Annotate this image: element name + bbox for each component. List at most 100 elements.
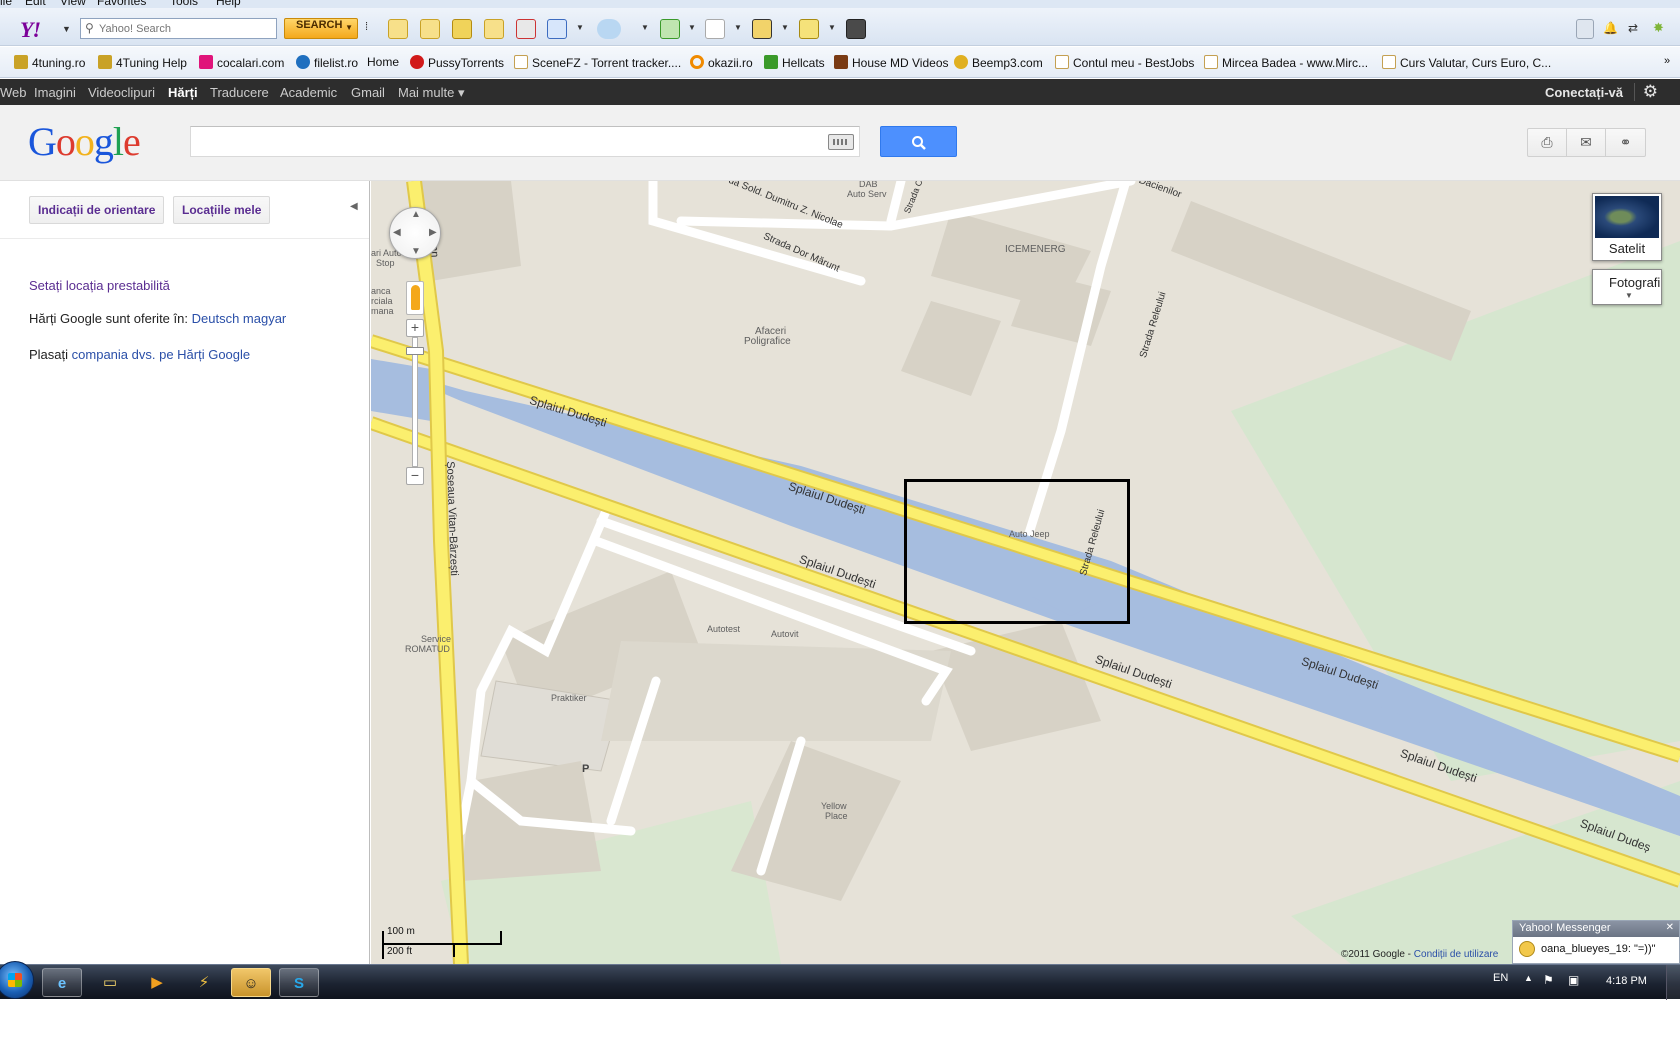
zoom-out-button[interactable]: − (406, 467, 424, 485)
mail-icon[interactable] (547, 19, 567, 39)
youtube-icon[interactable] (516, 19, 536, 39)
favorite-link[interactable]: Beemp3.com (954, 55, 1043, 71)
chevron-down-icon[interactable]: ▼ (641, 23, 649, 32)
language-links[interactable]: Deutsch magyar (192, 311, 287, 326)
amazon-icon[interactable] (846, 19, 866, 39)
chevron-down-icon[interactable]: ▼ (828, 23, 836, 32)
nav-web[interactable]: Web (0, 85, 27, 100)
yahoo-search-button[interactable]: SEARCH ▼ (284, 18, 358, 39)
menu-tools[interactable]: Tools (170, 0, 198, 8)
zoom-slider-handle[interactable] (406, 347, 424, 355)
nav-more[interactable]: Mai multe ▾ (398, 85, 465, 101)
list-icon[interactable] (1576, 19, 1594, 39)
bell-icon[interactable]: 🔔 (1603, 21, 1618, 35)
nav-videos[interactable]: Videoclipuri (88, 85, 155, 100)
internet-explorer-icon[interactable]: e (42, 968, 82, 997)
pan-control[interactable]: ▲ ▼ ◀ ▶ (389, 207, 441, 259)
favorite-link[interactable]: Contul meu - BestJobs (1055, 55, 1194, 71)
chevron-down-icon[interactable]: ▼ (576, 23, 584, 32)
messenger-notification[interactable]: Yahoo! Messenger ✕ oana_blueyes_19: "=))… (1512, 920, 1680, 964)
show-desktop-button[interactable] (1666, 965, 1680, 1000)
finance-icon[interactable] (660, 19, 680, 39)
star-icon[interactable] (484, 19, 504, 39)
weather-icon[interactable] (597, 19, 621, 39)
tray-expand-icon[interactable]: ▲ (1524, 973, 1533, 983)
gear-icon[interactable]: ✸ (1653, 20, 1664, 36)
favorite-link[interactable]: okazii.ro (690, 55, 753, 71)
star-icon[interactable] (452, 19, 472, 39)
pan-right-icon[interactable]: ▶ (429, 227, 437, 238)
favorite-link[interactable]: PussyTorrents (410, 55, 504, 71)
maps-search-button[interactable] (880, 126, 957, 157)
yahoo-logo[interactable]: Y! (20, 17, 41, 43)
more-favorites-icon[interactable]: » (1664, 55, 1670, 71)
photos-dropdown[interactable]: Fotografii ▼ (1592, 269, 1662, 305)
chevron-down-icon[interactable]: ▼ (62, 24, 71, 34)
email-icon[interactable]: ✉ (1567, 129, 1606, 156)
winamp-icon[interactable]: ⚡ (184, 968, 224, 997)
nav-images[interactable]: Imagini (34, 85, 76, 100)
directions-button[interactable]: Indicații de orientare (29, 196, 165, 224)
favorite-link[interactable]: 4Tuning Help (98, 55, 187, 71)
zoom-track[interactable] (412, 337, 418, 467)
favorite-link[interactable]: cocalari.com (199, 55, 284, 71)
menu-help[interactable]: Help (216, 0, 241, 8)
favorite-link[interactable]: Mircea Badea - www.Mirc... (1204, 55, 1368, 71)
favorite-link[interactable]: House MD Videos (834, 55, 949, 71)
swap-icon[interactable]: ⇄ (1628, 21, 1638, 35)
flag-icon[interactable]: ⚑ (1543, 973, 1554, 987)
google-logo[interactable]: Google (28, 118, 141, 165)
nav-gmail[interactable]: Gmail (351, 85, 385, 100)
chevron-down-icon[interactable]: ▼ (734, 23, 742, 32)
favorite-link[interactable]: filelist.ro (296, 55, 358, 71)
nav-academic[interactable]: Academic (280, 85, 337, 100)
gear-icon[interactable]: ⚙ (1643, 82, 1658, 102)
media-player-icon[interactable]: ▶ (137, 968, 177, 997)
chevron-down-icon[interactable]: ▼ (781, 23, 789, 32)
pan-left-icon[interactable]: ◀ (393, 227, 401, 238)
nav-maps[interactable]: Hărți (168, 85, 198, 100)
language-indicator[interactable]: EN (1493, 972, 1508, 984)
favorite-link[interactable]: Hellcats (764, 55, 825, 71)
set-default-location-link[interactable]: Setați locația prestabilită (29, 278, 170, 293)
chevron-down-icon[interactable]: ▼ (345, 23, 353, 32)
favorite-link[interactable]: 4tuning.ro (14, 55, 85, 71)
yahoo-messenger-taskbar-icon[interactable]: ☺ (231, 968, 271, 997)
yahoo-search-input[interactable] (99, 21, 274, 36)
notepad-icon[interactable] (752, 19, 772, 39)
nav-translate[interactable]: Traducere (210, 85, 269, 100)
menu-file[interactable]: ile (0, 0, 12, 8)
my-places-button[interactable]: Locațiile mele (173, 196, 271, 224)
favorite-link[interactable]: SceneFZ - Torrent tracker.... (514, 55, 681, 71)
toolbar-grip-icon[interactable]: ⁞ (365, 21, 368, 33)
collapse-panel-icon[interactable]: ◀ (350, 201, 358, 212)
star-icon[interactable] (420, 19, 440, 39)
link-icon[interactable]: ⚭ (1606, 129, 1645, 156)
skype-icon[interactable]: S (279, 968, 319, 997)
chevron-down-icon[interactable]: ▼ (688, 23, 696, 32)
messenger-icon[interactable] (799, 19, 819, 39)
menu-favorites[interactable]: Favorites (97, 0, 146, 8)
keyboard-icon[interactable] (828, 134, 854, 150)
menu-view[interactable]: View (60, 0, 86, 8)
favorite-link[interactable]: Curs Valutar, Curs Euro, C... (1382, 55, 1551, 71)
star-icon[interactable] (388, 19, 408, 39)
satellite-toggle[interactable]: Satelit (1592, 193, 1662, 261)
maps-search-input[interactable] (197, 133, 827, 151)
folder-icon[interactable]: ▭ (90, 968, 130, 997)
favorite-link[interactable]: Home (367, 55, 399, 71)
system-clock[interactable]: 4:18 PM (1606, 975, 1647, 987)
zoom-in-button[interactable]: + (406, 319, 424, 337)
pan-up-icon[interactable]: ▲ (411, 209, 421, 220)
pan-down-icon[interactable]: ▼ (411, 246, 421, 257)
network-icon[interactable]: ▣ (1568, 973, 1579, 987)
street-view-pegman-icon[interactable] (406, 281, 424, 315)
flickr-icon[interactable] (705, 19, 725, 39)
map-canvas[interactable]: DAB Auto Serv da Sold. Dumitru Z. Nicola… (371, 181, 1680, 964)
start-button[interactable] (0, 961, 34, 999)
close-icon[interactable]: ✕ (1666, 922, 1674, 933)
print-icon[interactable]: ⎙ (1528, 129, 1567, 156)
menu-edit[interactable]: Edit (25, 0, 46, 8)
place-business-link[interactable]: compania dvs. pe Hărți Google (72, 347, 250, 362)
signin-link[interactable]: Conectați-vă (1545, 85, 1623, 100)
